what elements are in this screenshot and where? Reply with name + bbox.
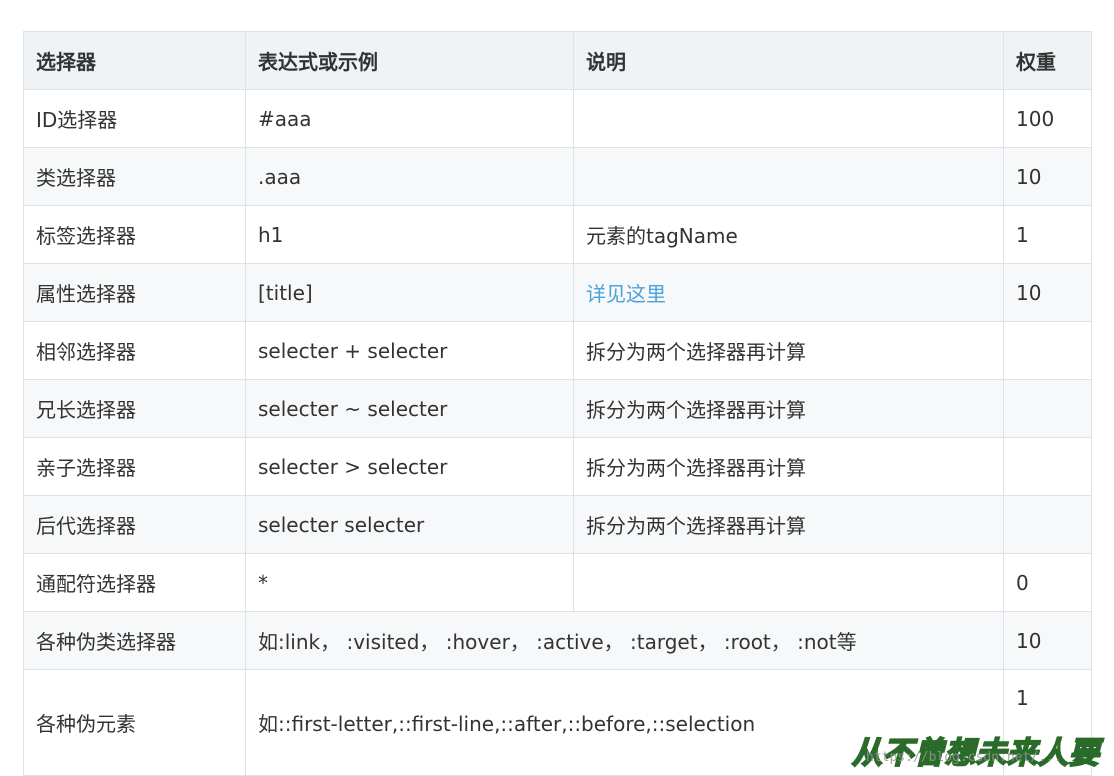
table-row: 通配符选择器 * 0	[23, 553, 1092, 612]
cell-weight: 1	[1003, 205, 1092, 264]
cell-example: selecter > selecter	[245, 437, 574, 496]
cell-weight	[1003, 495, 1092, 554]
cell-example: selecter selecter	[245, 495, 574, 554]
selector-weight-table-container: 选择器 表达式或示例 说明 权重 ID选择器 #aaa 100 类选择器 .aa…	[23, 31, 1092, 776]
header-example: 表达式或示例	[245, 31, 574, 90]
table-row: 类选择器 .aaa 10	[23, 147, 1092, 206]
cell-description: 拆分为两个选择器再计算	[573, 379, 1004, 438]
cell-example: *	[245, 553, 574, 612]
table-header-row: 选择器 表达式或示例 说明 权重	[23, 31, 1092, 90]
cell-weight	[1003, 437, 1092, 496]
cell-selector: 后代选择器	[23, 495, 246, 554]
cell-selector: 属性选择器	[23, 263, 246, 322]
cell-selector: 各种伪元素	[23, 669, 246, 776]
cell-example: 如:link， :visited， :hover， :active， :targ…	[245, 611, 1004, 670]
cell-weight: 1	[1003, 669, 1092, 776]
cell-description	[573, 89, 1004, 148]
cell-weight: 10	[1003, 263, 1092, 322]
table-row: ID选择器 #aaa 100	[23, 89, 1092, 148]
cell-example: #aaa	[245, 89, 574, 148]
table-row: 亲子选择器 selecter > selecter 拆分为两个选择器再计算	[23, 437, 1092, 496]
selector-weight-table: 选择器 表达式或示例 说明 权重 ID选择器 #aaa 100 类选择器 .aa…	[23, 31, 1092, 776]
cell-selector: ID选择器	[23, 89, 246, 148]
cell-selector: 类选择器	[23, 147, 246, 206]
cell-example: [title]	[245, 263, 574, 322]
table-row: 相邻选择器 selecter + selecter 拆分为两个选择器再计算	[23, 321, 1092, 380]
table-row: 各种伪元素 如::first-letter,::first-line,::aft…	[23, 669, 1092, 776]
header-selector: 选择器	[23, 31, 246, 90]
cell-description: 拆分为两个选择器再计算	[573, 437, 1004, 496]
cell-selector: 亲子选择器	[23, 437, 246, 496]
cell-selector: 通配符选择器	[23, 553, 246, 612]
cell-example: selecter + selecter	[245, 321, 574, 380]
cell-example: selecter ~ selecter	[245, 379, 574, 438]
cell-description	[573, 147, 1004, 206]
header-description: 说明	[573, 31, 1004, 90]
cell-selector: 兄长选择器	[23, 379, 246, 438]
cell-weight: 0	[1003, 553, 1092, 612]
details-link[interactable]: 详见这里	[586, 282, 666, 306]
cell-description	[573, 553, 1004, 612]
cell-description: 拆分为两个选择器再计算	[573, 495, 1004, 554]
cell-weight: 100	[1003, 89, 1092, 148]
cell-selector: 相邻选择器	[23, 321, 246, 380]
cell-example: 如::first-letter,::first-line,::after,::b…	[245, 669, 1004, 776]
cell-description: 详见这里	[573, 263, 1004, 322]
table-row: 各种伪类选择器 如:link， :visited， :hover， :activ…	[23, 611, 1092, 670]
cell-example: .aaa	[245, 147, 574, 206]
cell-weight	[1003, 321, 1092, 380]
cell-example: h1	[245, 205, 574, 264]
cell-weight: 10	[1003, 147, 1092, 206]
header-weight: 权重	[1003, 31, 1092, 90]
table-row: 标签选择器 h1 元素的tagName 1	[23, 205, 1092, 264]
table-row: 属性选择器 [title] 详见这里 10	[23, 263, 1092, 322]
cell-selector: 标签选择器	[23, 205, 246, 264]
cell-description: 拆分为两个选择器再计算	[573, 321, 1004, 380]
table-row: 后代选择器 selecter selecter 拆分为两个选择器再计算	[23, 495, 1092, 554]
cell-weight	[1003, 379, 1092, 438]
cell-weight: 10	[1003, 611, 1092, 670]
cell-description: 元素的tagName	[573, 205, 1004, 264]
table-row: 兄长选择器 selecter ~ selecter 拆分为两个选择器再计算	[23, 379, 1092, 438]
cell-selector: 各种伪类选择器	[23, 611, 246, 670]
